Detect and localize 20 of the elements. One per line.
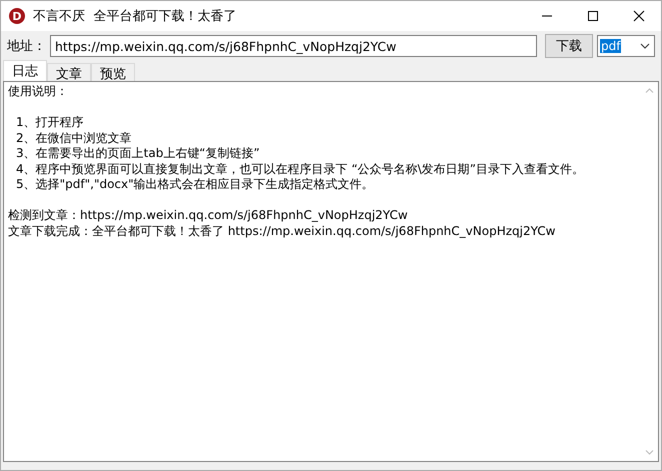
download-button[interactable]: 下载 [545, 34, 593, 58]
log-line: 使用说明： [8, 84, 69, 100]
log-line: 5、选择"pdf","docx"输出格式会在相应目录下生成指定格式文件。 [15, 177, 375, 192]
maximize-icon[interactable] [587, 10, 599, 22]
tab[interactable]: 文章 [47, 63, 91, 81]
app-logo: D [9, 8, 25, 24]
log-line: 4、程序中预览界面可以直接复制出文章，也可以在程序目录下 “公众号名称\发布日期”目录下入查看文件。 [15, 162, 585, 177]
chevron-down-icon [640, 43, 650, 49]
address-label: 地址： [7, 38, 46, 55]
tab[interactable]: 预览 [91, 63, 135, 81]
window-title: 不言不厌 全平台都可下载！太香了 [33, 8, 236, 25]
format-dropdown[interactable]: pdf [597, 35, 655, 57]
log-line: 1、打开程序 [15, 115, 85, 130]
log-line: 3、在需要导出的页面上tab上右键“复制链接” [15, 146, 261, 162]
log-line: 检测到文章：https://mp.weixin.qq.com/s/j68FhpnhC_vNopHzqj2YCw [8, 208, 409, 224]
tab[interactable]: 日志 [3, 60, 47, 81]
url-field[interactable]: https://mp.weixin.qq.com/s/j68FhpnhC_vNopHzqj2YCw [50, 35, 537, 57]
log-line: 文章下载完成：全平台都可下载！太香了 https://mp.weixin.qq.com/s/j68FhpnhC_vNopHzqj2YCw [8, 224, 556, 239]
log-line: 2、在微信中浏览文章 [15, 130, 133, 146]
close-icon[interactable] [633, 10, 645, 22]
